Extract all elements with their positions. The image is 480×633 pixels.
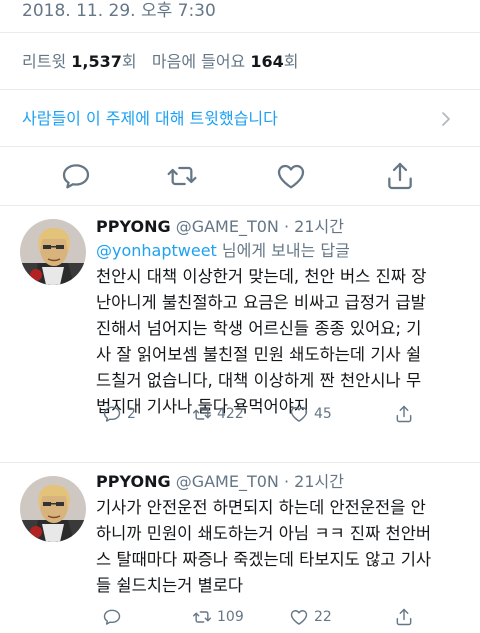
tweet-header: PPYONG @GAME_T0N · 21시간 — [96, 471, 344, 493]
tweet-text: 천안시 대책 이상한거 맞는데, 천안 버스 진짜 장 난아니게 불친절하고 요… — [96, 267, 427, 416]
tweet-action-bar — [0, 160, 480, 192]
user-handle[interactable]: @GAME_T0N — [176, 217, 279, 236]
divider — [0, 462, 480, 463]
like-stat-unit: 회 — [283, 52, 299, 71]
retweet-count: 109 — [217, 609, 244, 625]
heart-icon[interactable] — [289, 404, 309, 424]
divider — [0, 205, 480, 206]
like-stat-label: 마음에 들어요 — [151, 52, 246, 71]
avatar[interactable] — [20, 476, 86, 542]
reply-action[interactable]: 2 — [102, 404, 136, 424]
divider — [0, 146, 480, 147]
share-action[interactable] — [394, 607, 414, 627]
reply-count: 2 — [127, 406, 136, 422]
share-icon[interactable] — [394, 404, 414, 424]
share-action[interactable] — [394, 404, 414, 424]
divider — [0, 89, 480, 90]
heart-icon[interactable] — [289, 607, 309, 627]
retweet-icon[interactable] — [192, 404, 212, 424]
reply-action[interactable] — [102, 607, 127, 627]
like-count: 22 — [314, 609, 332, 625]
reply-icon[interactable] — [60, 160, 92, 192]
like-action[interactable]: 22 — [289, 607, 332, 627]
retweet-stat-count[interactable]: 1,537 — [71, 52, 122, 71]
avatar[interactable] — [20, 219, 86, 285]
retweet-action[interactable]: 109 — [192, 607, 244, 627]
tweet-actions: 109 22 — [96, 607, 466, 629]
tweet-header: PPYONG @GAME_T0N · 21시간 — [96, 216, 344, 238]
retweet-icon[interactable] — [192, 607, 212, 627]
like-action[interactable]: 45 — [289, 404, 332, 424]
retweet-icon[interactable] — [166, 160, 198, 192]
reply-to-handle[interactable]: @yonhaptweet — [96, 241, 217, 260]
share-icon[interactable] — [394, 607, 414, 627]
reply-to-suffix: 님에게 보내는 답글 — [216, 241, 350, 260]
share-icon[interactable] — [384, 160, 416, 192]
retweet-action[interactable]: 422 — [192, 404, 244, 424]
display-name[interactable]: PPYONG — [96, 217, 171, 236]
user-handle[interactable]: @GAME_T0N — [176, 472, 279, 491]
tweet-actions: 2 422 45 — [96, 404, 466, 426]
retweet-stat-unit: 회 — [121, 52, 137, 71]
like-stat-count[interactable]: 164 — [250, 52, 283, 71]
heart-icon[interactable] — [275, 160, 307, 192]
tweet-stats: 리트윗 1,537회 마음에 들어요 164회 — [22, 50, 299, 74]
chevron-right-icon[interactable] — [438, 111, 454, 127]
tweet-text: 기사가 안전운전 하면되지 하는데 안전운전을 안 하니까 민원이 쇄도하는거 … — [96, 498, 432, 595]
reply-icon[interactable] — [102, 607, 122, 627]
divider — [0, 32, 480, 33]
display-name[interactable]: PPYONG — [96, 472, 171, 491]
activity-link[interactable]: 사람들이 이 주제에 대해 트윗했습니다 — [22, 107, 278, 131]
reply-icon[interactable] — [102, 404, 122, 424]
retweet-count: 422 — [217, 406, 244, 422]
tweet-time: · 21시간 — [283, 472, 344, 491]
tweet-time: · 21시간 — [283, 217, 344, 236]
reply-context: @yonhaptweet 님에게 보내는 답글 — [96, 240, 350, 262]
like-count: 45 — [314, 406, 332, 422]
retweet-stat-label: 리트윗 — [22, 52, 67, 71]
tweet-timestamp: 2018. 11. 29. 오후 7:30 — [22, 1, 216, 21]
